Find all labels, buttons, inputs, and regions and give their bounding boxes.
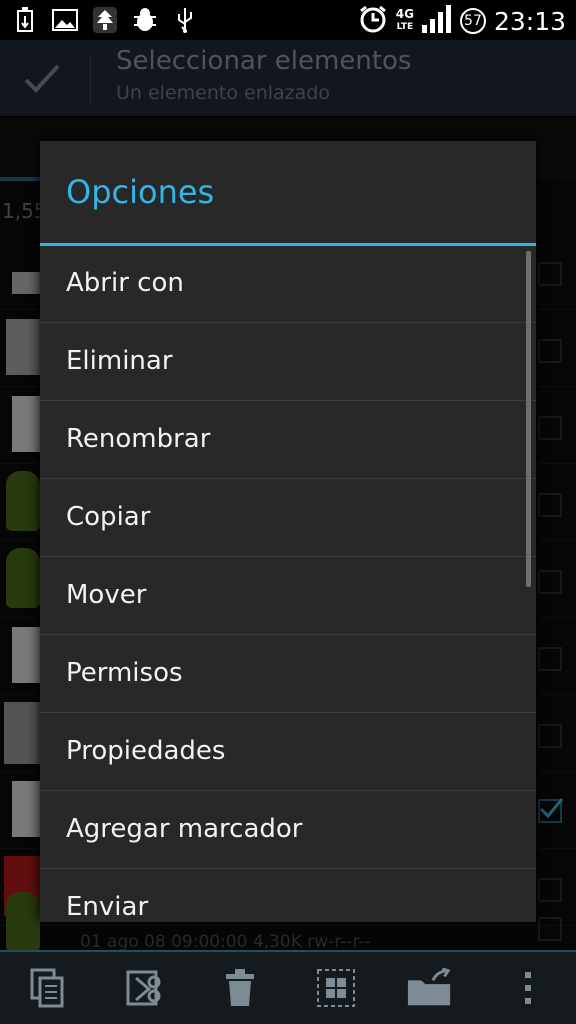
option-label: Enviar (66, 892, 149, 922)
option-label: Abrir con (66, 268, 184, 298)
dialog-title: Opciones (66, 173, 215, 211)
cut-icon[interactable] (120, 964, 168, 1012)
move-folder-icon[interactable] (406, 964, 454, 1012)
option-label: Mover (66, 580, 147, 610)
option-label: Agregar marcador (66, 814, 303, 844)
network-type: 4G LTE (395, 7, 414, 32)
copy-icon[interactable] (24, 964, 72, 1012)
clock: 23:13 (493, 6, 566, 36)
battery-indicator: 57 (459, 8, 486, 34)
select-all-icon[interactable] (312, 964, 360, 1012)
option-agregar-marcador[interactable]: Agregar marcador (40, 792, 536, 869)
option-propiedades[interactable]: Propiedades (40, 714, 536, 791)
option-abrir-con[interactable]: Abrir con (40, 246, 536, 323)
status-bar: 4G LTE 57 23:13 (0, 0, 576, 40)
option-permisos[interactable]: Permisos (40, 636, 536, 713)
alarm-icon (358, 4, 388, 38)
options-list: Abrir con Eliminar Renombrar Copiar Move… (40, 246, 536, 922)
option-eliminar[interactable]: Eliminar (40, 324, 536, 401)
tree-icon (92, 6, 118, 34)
option-enviar[interactable]: Enviar (40, 870, 536, 922)
usb-icon (172, 6, 198, 34)
option-renombrar[interactable]: Renombrar (40, 402, 536, 479)
status-right: 4G LTE 57 23:13 (358, 4, 566, 38)
usb-debug-icon (12, 6, 38, 34)
dialog-scrollbar[interactable] (526, 251, 531, 587)
option-mover[interactable]: Mover (40, 558, 536, 635)
notification-icons (12, 6, 198, 34)
signal-icon (421, 5, 452, 37)
image-icon (52, 6, 78, 34)
option-label: Permisos (66, 658, 183, 688)
overflow-menu-icon[interactable] (504, 964, 552, 1012)
option-label: Propiedades (66, 736, 226, 766)
options-dialog: Opciones Abrir con Eliminar Renombrar Co… (40, 141, 536, 922)
option-label: Copiar (66, 502, 151, 532)
bottom-toolbar (0, 950, 576, 1024)
option-label: Eliminar (66, 346, 173, 376)
delete-icon[interactable] (216, 964, 264, 1012)
bug-icon (132, 6, 158, 34)
option-label: Renombrar (66, 424, 211, 454)
option-copiar[interactable]: Copiar (40, 480, 536, 557)
